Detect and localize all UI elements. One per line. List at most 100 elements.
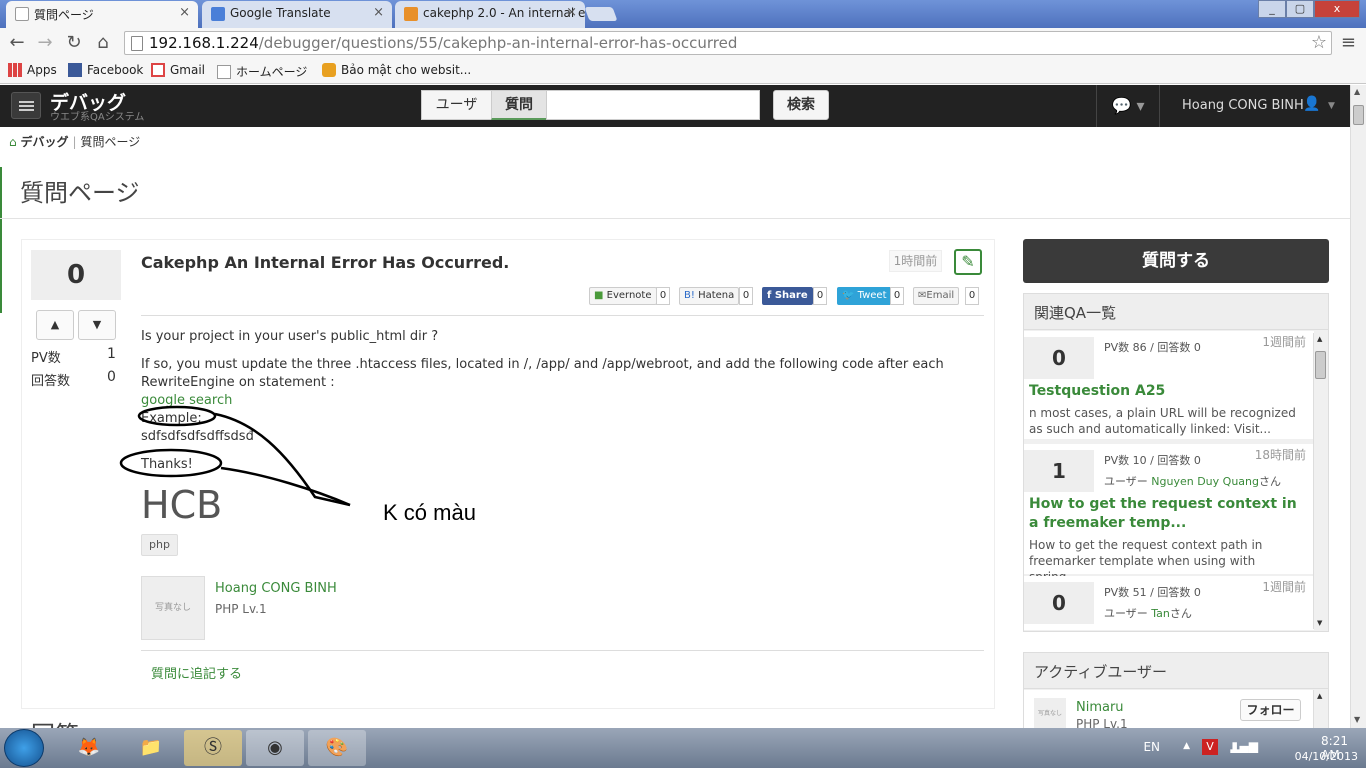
user-prefix: ユーザー bbox=[1104, 607, 1148, 620]
related-scrollbar[interactable]: ▲ ▼ bbox=[1313, 333, 1327, 629]
related-meta: PV数 10 / 回答数 0 bbox=[1104, 454, 1201, 467]
chrome-icon[interactable]: ◉ bbox=[246, 730, 304, 766]
window-controls: _ ▢ x bbox=[1258, 0, 1360, 18]
close-icon[interactable]: × bbox=[179, 5, 190, 20]
question-title: Cakephp An Internal Error Has Occurred. bbox=[141, 253, 510, 272]
facebook-icon bbox=[68, 63, 82, 77]
new-tab-button[interactable] bbox=[584, 7, 618, 21]
related-title-link[interactable]: Testquestion A25 bbox=[1029, 382, 1309, 401]
related-meta: PV数 86 / 回答数 0 bbox=[1104, 341, 1201, 354]
search-tab-user[interactable]: ユーザ bbox=[421, 90, 492, 120]
add-to-question-link[interactable]: 質問に追記する bbox=[151, 663, 242, 682]
bookmark-apps[interactable]: Apps bbox=[8, 63, 57, 77]
user-menu[interactable]: Hoang CONG BINH bbox=[1182, 98, 1304, 113]
bookmark-star-icon[interactable]: ☆ bbox=[1311, 32, 1327, 53]
author-name[interactable]: Hoang CONG BINH bbox=[215, 581, 337, 596]
signal-icon[interactable]: ▂▄▆ bbox=[1230, 739, 1258, 753]
active-users-heading: アクティブユーザー bbox=[1024, 653, 1328, 689]
antivirus-icon[interactable]: V bbox=[1202, 739, 1218, 755]
bookmark-facebook[interactable]: Facebook bbox=[68, 63, 143, 77]
skype-icon[interactable]: Ⓢ bbox=[184, 730, 242, 766]
menu-toggle-icon[interactable] bbox=[11, 92, 41, 119]
chat-icon[interactable]: 💬 ▾ bbox=[1096, 85, 1160, 127]
tab-google-translate[interactable]: Google Translate × bbox=[202, 1, 392, 28]
answers-label: 回答数 bbox=[31, 374, 71, 389]
firefox-icon[interactable]: 🦊 bbox=[60, 730, 118, 766]
facebook-count: 0 bbox=[813, 287, 827, 305]
active-user-level: PHP Lv.1 bbox=[1076, 717, 1128, 728]
related-item[interactable]: 0 PV数 86 / 回答数 0 1週間前 Testquestion A25 n… bbox=[1024, 331, 1314, 439]
window-close-button[interactable]: x bbox=[1314, 0, 1360, 18]
file-explorer-icon[interactable]: 📁 bbox=[122, 730, 180, 766]
upvote-button[interactable]: ▲ bbox=[36, 310, 74, 340]
related-meta: PV数 51 / 回答数 0 bbox=[1104, 586, 1201, 599]
bookmark-bao-mat[interactable]: Bảo mật cho websit... bbox=[322, 63, 471, 77]
bookmark-gmail[interactable]: Gmail bbox=[151, 63, 205, 77]
forward-icon[interactable]: → bbox=[34, 32, 56, 53]
page-scrollbar[interactable]: ▲ ▼ bbox=[1350, 85, 1366, 728]
close-icon[interactable]: × bbox=[566, 5, 577, 20]
related-user-link[interactable]: Tan bbox=[1151, 607, 1170, 620]
chevron-down-icon[interactable]: ▼ bbox=[1328, 101, 1335, 111]
annotation-text: K có màu bbox=[383, 500, 476, 525]
scroll-thumb[interactable] bbox=[1353, 105, 1364, 125]
language-indicator[interactable]: EN bbox=[1143, 740, 1160, 754]
scroll-up-icon[interactable]: ▲ bbox=[1317, 335, 1322, 343]
tag-php[interactable]: php bbox=[141, 534, 178, 556]
answers-value: 0 bbox=[107, 369, 116, 385]
bookmark-homepage[interactable]: ホームページ bbox=[217, 63, 307, 80]
reload-icon[interactable]: ↻ bbox=[63, 32, 85, 53]
tweet-button[interactable]: 🐦 Tweet bbox=[837, 287, 892, 305]
related-title-link[interactable]: How to get the request context in a free… bbox=[1029, 495, 1309, 533]
scroll-up-icon[interactable]: ▲ bbox=[1317, 692, 1322, 700]
active-user-name[interactable]: Nimaru bbox=[1076, 700, 1124, 715]
related-item[interactable]: 1 PV数 10 / 回答数 0 ユーザー Nguyen Duy Quangさん… bbox=[1024, 444, 1314, 584]
paint-icon[interactable]: 🎨 bbox=[308, 730, 366, 766]
related-qa-heading: 関連QA一覧 bbox=[1024, 294, 1328, 330]
related-item[interactable]: 0 PV数 51 / 回答数 0 ユーザー Tanさん 1週間前 bbox=[1024, 576, 1314, 630]
ask-question-button[interactable]: 質問する bbox=[1023, 239, 1329, 283]
share-label: Tweet bbox=[857, 290, 887, 301]
facebook-share-button[interactable]: f Share bbox=[762, 287, 813, 305]
accent-bar bbox=[0, 167, 2, 313]
search-button[interactable]: 検索 bbox=[773, 90, 829, 120]
apps-icon bbox=[8, 63, 22, 77]
question-body-line: If so, you must update the three .htacce… bbox=[141, 357, 944, 390]
breadcrumb-home[interactable]: デバッグ bbox=[20, 135, 68, 149]
related-user-link[interactable]: Nguyen Duy Quang bbox=[1151, 475, 1259, 488]
follow-button[interactable]: フォロー bbox=[1240, 699, 1301, 721]
downvote-button[interactable]: ▼ bbox=[78, 310, 116, 340]
scroll-up-icon[interactable]: ▲ bbox=[1354, 87, 1360, 96]
start-button[interactable] bbox=[4, 729, 44, 767]
address-bar[interactable]: 192.168.1.224/debugger/questions/55/cake… bbox=[124, 31, 1332, 55]
evernote-button[interactable]: ■ Evernote bbox=[589, 287, 657, 305]
back-icon[interactable]: ← bbox=[6, 32, 28, 53]
question-body-line: Is your project in your user's public_ht… bbox=[141, 329, 439, 344]
avatar[interactable]: 写真なし bbox=[1034, 698, 1066, 728]
edit-icon[interactable]: ✎ bbox=[954, 249, 982, 275]
related-user: ユーザー Tanさん bbox=[1104, 605, 1192, 621]
tab-question-page[interactable]: 質問ページ × bbox=[6, 1, 198, 28]
avatar[interactable]: 写真なし bbox=[141, 576, 205, 640]
scroll-thumb[interactable] bbox=[1315, 351, 1326, 379]
bookmark-label: Gmail bbox=[170, 63, 206, 77]
hatena-button[interactable]: B! Hatena bbox=[679, 287, 740, 305]
scroll-down-icon[interactable]: ▼ bbox=[1354, 715, 1360, 724]
home-icon[interactable]: ⌂ bbox=[92, 32, 114, 53]
close-icon[interactable]: × bbox=[373, 5, 384, 20]
chevron-up-icon[interactable]: ▲ bbox=[1183, 741, 1190, 751]
active-user-item: 写真なし Nimaru PHP Lv.1 フォロー bbox=[1024, 690, 1314, 728]
page-icon bbox=[15, 7, 29, 21]
scroll-down-icon[interactable]: ▼ bbox=[1317, 619, 1322, 627]
search-input[interactable] bbox=[546, 90, 760, 120]
maximize-button[interactable]: ▢ bbox=[1286, 0, 1314, 18]
clock-date[interactable]: 04/10/2013 bbox=[1295, 750, 1358, 763]
page-icon bbox=[217, 64, 231, 79]
chrome-menu-icon[interactable]: ≡ bbox=[1341, 32, 1356, 53]
search-tab-question[interactable]: 質問 bbox=[491, 90, 547, 120]
answers-heading: 回答 bbox=[31, 715, 79, 728]
tab-stackoverflow[interactable]: cakephp 2.0 - An internal e × bbox=[395, 1, 585, 28]
email-button[interactable]: ✉Email bbox=[913, 287, 960, 305]
active-users-scrollbar[interactable]: ▲ bbox=[1313, 690, 1327, 728]
minimize-button[interactable]: _ bbox=[1258, 0, 1286, 18]
